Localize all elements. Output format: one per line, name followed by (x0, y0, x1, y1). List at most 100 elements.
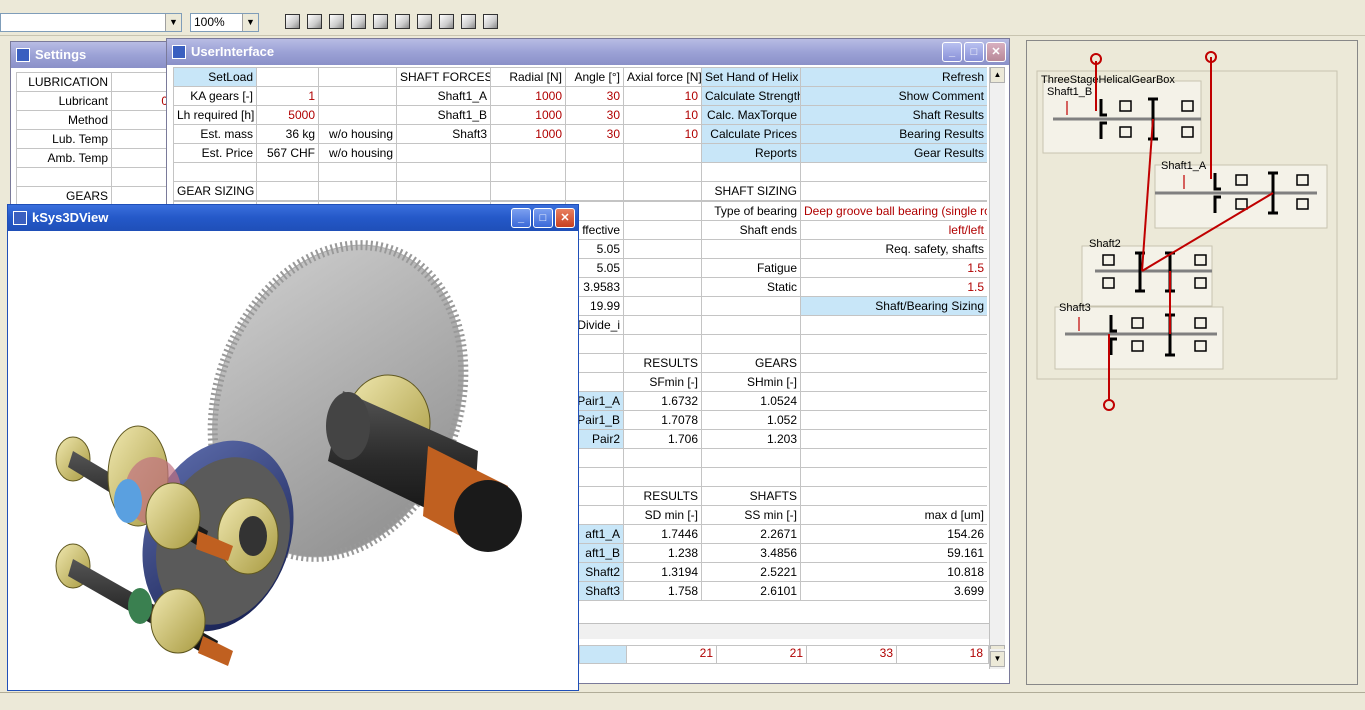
grid-cell: 2.5221 (701, 562, 801, 582)
grid-cell: Est. Price (173, 143, 257, 163)
toolbar: ▼ 100% ▼ (0, 0, 1365, 36)
grid-cell: 567 CHF (256, 143, 319, 163)
grid-cell: GEARS (701, 353, 801, 373)
bottom-scrollbar[interactable]: ▼ (989, 649, 1005, 669)
settings-value[interactable] (111, 110, 169, 130)
view-selector-combo[interactable]: ▼ (0, 13, 182, 32)
grid-cell: Type of bearing (701, 201, 801, 221)
view-iso-icon[interactable] (285, 14, 300, 29)
grid-cell[interactable]: Calculate Strength (701, 86, 801, 106)
grid-cell: 1000 (490, 105, 566, 125)
grid-cell[interactable]: Calc. MaxTorque (701, 105, 801, 125)
zoom-value: 100% (194, 15, 225, 29)
grid-cell: RESULTS (623, 353, 702, 373)
minimize-button[interactable]: _ (511, 208, 531, 228)
application: ▼ 100% ▼ Settings LUBRICATION Lubricant … (0, 0, 1365, 710)
bottom-cell[interactable]: 18 (896, 646, 986, 663)
grid-cell (623, 334, 702, 354)
bottom-cell[interactable]: 21 (626, 646, 716, 663)
grid-cell: 1.7078 (623, 410, 702, 430)
app-icon (16, 48, 30, 62)
userinterface-title-bar[interactable]: UserInterface _ □ ✕ (167, 39, 1009, 65)
ksys3dview-window: kSys3DView _ □ ✕ (7, 204, 579, 691)
grid-cell: 5000 (256, 105, 319, 125)
bottom-cell[interactable]: 33 (806, 646, 896, 663)
grid-cell (318, 181, 397, 201)
ui-vertical-scrollbar[interactable]: ▲ ▼ (989, 67, 1005, 661)
grid-cell (800, 162, 987, 182)
grid-cell (701, 448, 801, 468)
grid-cell[interactable]: Reports (701, 143, 801, 163)
grid-cell (565, 143, 624, 163)
grid-cell: 59.161 (800, 543, 987, 563)
grid-cell (800, 315, 987, 335)
grid-cell (396, 162, 491, 182)
shaft-label: Shaft2 (1089, 238, 1121, 250)
grid-cell[interactable]: Gear Results (800, 143, 987, 163)
grid-cell[interactable]: Calculate Prices (701, 124, 801, 144)
grid-cell (701, 239, 801, 259)
view-left-icon[interactable] (351, 14, 366, 29)
grid-cell[interactable]: Bearing Results (800, 124, 987, 144)
grid-cell (800, 448, 987, 468)
table-row: Lub. Temp (16, 129, 169, 149)
settings-value[interactable] (111, 167, 169, 187)
app-icon (172, 45, 186, 59)
grid-cell (256, 181, 319, 201)
grid-cell[interactable]: Shaft/Bearing Sizing (800, 296, 987, 316)
settings-value[interactable] (111, 72, 169, 92)
grid-cell (623, 201, 702, 221)
chevron-down-icon[interactable]: ▼ (165, 14, 181, 31)
bottom-cell[interactable]: 21 (716, 646, 806, 663)
table-row: GEARS (16, 186, 169, 206)
grid-cell (623, 239, 702, 259)
grid-cell[interactable]: Refresh (800, 67, 987, 87)
grid-cell: 1.5 (800, 258, 987, 278)
scroll-up-icon[interactable]: ▲ (990, 67, 1005, 83)
settings-value[interactable] (111, 148, 169, 168)
zoom-combo[interactable]: 100% ▼ (190, 13, 259, 32)
ksys3dview-title-bar[interactable]: kSys3DView _ □ ✕ (8, 205, 578, 231)
3d-viewport[interactable] (8, 231, 578, 690)
grid-cell[interactable]: Set Hand of Helix (701, 67, 801, 87)
settings-value[interactable] (111, 129, 169, 149)
grid-cell: 3.4856 (701, 543, 801, 563)
grid-cell (800, 334, 987, 354)
grid-cell: SetLoad (173, 67, 257, 87)
grid-cell: Axial force [N] (623, 67, 702, 87)
shaft3-box (1054, 306, 1224, 370)
table-row: Est. Price 567 CHF w/o housing Reports Gear … (173, 143, 987, 163)
view-rotate-icon[interactable] (439, 14, 454, 29)
grid-cell (623, 258, 702, 278)
schematic-title: ThreeStageHelicalGearBox (1041, 74, 1175, 86)
grid-cell: 36 kg (256, 124, 319, 144)
view-rotate-left-icon[interactable] (461, 14, 476, 29)
minimize-button[interactable]: _ (942, 42, 962, 62)
close-button[interactable]: ✕ (986, 42, 1006, 62)
grid-cell: Est. mass (173, 124, 257, 144)
close-button[interactable]: ✕ (555, 208, 575, 228)
view-back-icon[interactable] (329, 14, 344, 29)
view-rotate-right-icon[interactable] (483, 14, 498, 29)
settings-title-bar[interactable]: Settings (11, 42, 169, 68)
gearbox-schematic[interactable]: ThreeStageHelicalGearBox Shaft1_B Shaft1… (1027, 41, 1359, 686)
view-front-icon[interactable] (307, 14, 322, 29)
settings-value[interactable] (111, 186, 169, 206)
grid-cell[interactable]: Show Comment (800, 86, 987, 106)
maximize-button[interactable]: □ (964, 42, 984, 62)
view-top-icon[interactable] (395, 14, 410, 29)
grid-cell: GEAR SIZING (173, 181, 257, 201)
grid-cell: 154.26 (800, 524, 987, 544)
grid-cell: 10.818 (800, 562, 987, 582)
grid-cell (318, 67, 397, 87)
settings-value[interactable]: 0 (111, 91, 169, 111)
view-right-icon[interactable] (373, 14, 388, 29)
table-row: Method (16, 110, 169, 130)
view-bottom-icon[interactable] (417, 14, 432, 29)
scroll-down-icon[interactable]: ▼ (990, 651, 1005, 667)
grid-cell (800, 467, 987, 487)
maximize-button[interactable]: □ (533, 208, 553, 228)
grid-cell[interactable]: Shaft Results (800, 105, 987, 125)
grid-cell: 1.5 (800, 277, 987, 297)
chevron-down-icon[interactable]: ▼ (242, 14, 258, 31)
